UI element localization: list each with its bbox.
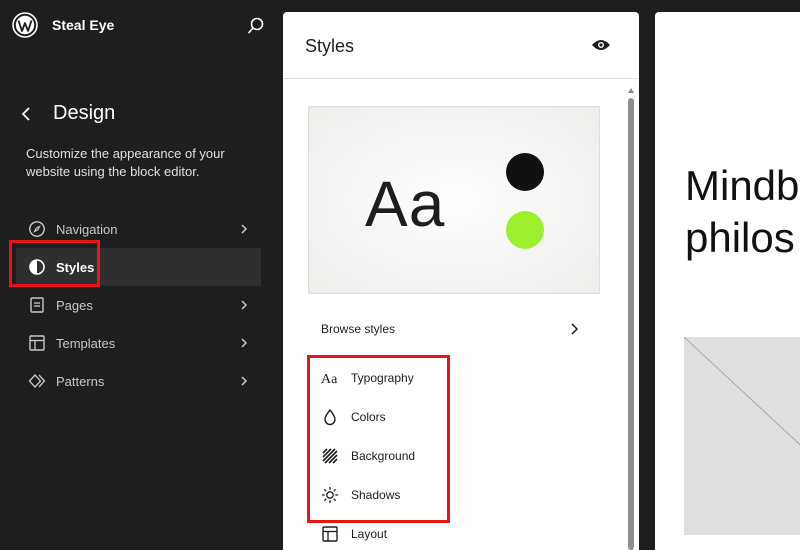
sidebar-item-label: Patterns bbox=[56, 373, 105, 389]
sidebar-item-styles[interactable]: Styles bbox=[16, 248, 261, 286]
chevron-right-icon bbox=[571, 323, 579, 335]
sidebar-item-label: Navigation bbox=[56, 221, 118, 237]
styles-item-label: Layout bbox=[351, 527, 388, 541]
eye-icon[interactable] bbox=[591, 38, 611, 52]
styles-panel-header: Styles bbox=[283, 12, 639, 79]
browse-styles-button[interactable]: Browse styles bbox=[303, 312, 588, 346]
color-swatch-accent bbox=[506, 211, 544, 249]
droplet-icon bbox=[324, 408, 336, 426]
chevron-right-icon bbox=[241, 224, 248, 234]
global-styles-list: Aa Typography Colors Background Shadows … bbox=[307, 358, 607, 550]
browse-styles-label: Browse styles bbox=[321, 322, 396, 336]
back-chevron-icon[interactable] bbox=[18, 104, 36, 124]
styles-item-layout[interactable]: Layout bbox=[307, 514, 607, 550]
sidebar-title: Design bbox=[53, 102, 116, 124]
image-placeholder bbox=[684, 337, 800, 535]
styles-item-colors[interactable]: Colors bbox=[307, 397, 607, 436]
styles-panel-scrollbar[interactable] bbox=[627, 86, 635, 550]
styles-item-label: Colors bbox=[351, 410, 386, 424]
diamond-icon bbox=[28, 374, 46, 388]
styles-item-typography[interactable]: Aa Typography bbox=[307, 358, 607, 397]
wordpress-logo-icon[interactable] bbox=[12, 12, 38, 38]
shadow-sun-icon bbox=[321, 486, 339, 504]
site-editor-sidebar: Steal Eye Design Customize the appearanc… bbox=[0, 0, 280, 550]
background-icon bbox=[322, 448, 338, 464]
styles-item-label: Shadows bbox=[351, 488, 401, 502]
sidebar-description: Customize the appearance of your website… bbox=[26, 146, 225, 179]
style-preview-card[interactable]: Aa bbox=[308, 106, 600, 294]
search-icon[interactable] bbox=[246, 16, 266, 36]
chevron-right-icon bbox=[241, 338, 248, 348]
typography-icon: Aa bbox=[321, 372, 338, 387]
page-icon bbox=[30, 297, 44, 313]
compass-icon bbox=[29, 221, 45, 237]
styles-panel: Styles Aa Browse styles Aa Typography Co… bbox=[283, 12, 639, 550]
canvas-heading: Mindb philos bbox=[685, 162, 800, 261]
color-swatch-dark bbox=[506, 153, 544, 191]
editor-canvas-preview[interactable]: Mindb philos bbox=[655, 12, 800, 550]
design-nav-list: Navigation Styles Pages Templates Patter… bbox=[16, 210, 261, 400]
styles-item-background[interactable]: Background bbox=[307, 436, 607, 475]
layout-icon bbox=[29, 335, 45, 351]
sidebar-item-navigation[interactable]: Navigation bbox=[16, 210, 261, 248]
sidebar-item-pages[interactable]: Pages bbox=[16, 286, 261, 324]
sidebar-item-patterns[interactable]: Patterns bbox=[16, 362, 261, 400]
styles-item-shadows[interactable]: Shadows bbox=[307, 475, 607, 514]
styles-item-label: Background bbox=[351, 449, 416, 463]
panel-title: Styles bbox=[305, 36, 355, 56]
chevron-right-icon bbox=[241, 376, 248, 386]
sidebar-item-label: Templates bbox=[56, 335, 116, 351]
layout-icon bbox=[322, 526, 338, 542]
chevron-right-icon bbox=[241, 300, 248, 310]
sidebar-item-label: Pages bbox=[56, 297, 93, 313]
site-name[interactable]: Steal Eye bbox=[52, 17, 114, 33]
styles-item-label: Typography bbox=[351, 371, 414, 385]
sidebar-item-label: Styles bbox=[56, 259, 95, 275]
svg-text:Aa: Aa bbox=[321, 372, 338, 387]
sidebar-item-templates[interactable]: Templates bbox=[16, 324, 261, 362]
half-circle-icon bbox=[29, 259, 45, 275]
typography-sample: Aa bbox=[365, 168, 446, 240]
